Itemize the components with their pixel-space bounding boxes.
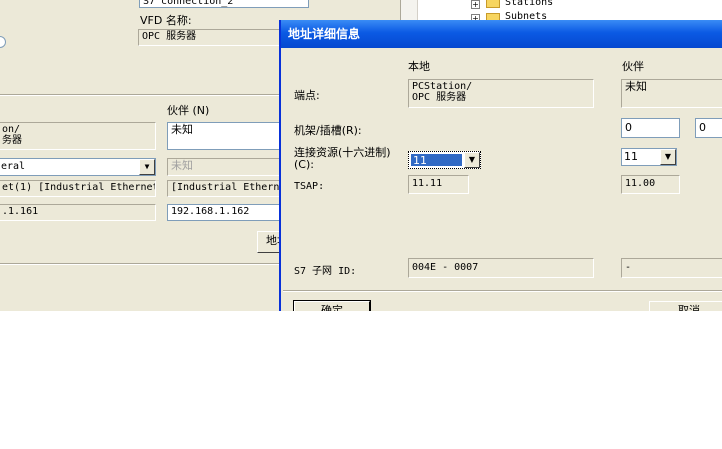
endpoint-label: 端点:: [294, 89, 320, 102]
local-type-combo[interactable]: eral ▼: [0, 158, 156, 176]
local-column-header: 本地: [408, 60, 430, 73]
connection-resource-label: 连接资源(十六进制) (C):: [294, 146, 391, 171]
folder-icon: [486, 0, 500, 8]
desktop-area: S7 connection_2 VFD 名称: OPC 服务器 伙伴 (N) o…: [0, 0, 722, 311]
rack-slot-label: 机架/插槽(R):: [294, 124, 362, 137]
tsap-label: TSAP:: [294, 181, 325, 192]
vfd-label: VFD 名称:: [140, 14, 192, 27]
dialog-title[interactable]: 地址详细信息: [281, 20, 722, 48]
connection-name-field[interactable]: S7 connection_2: [139, 0, 309, 8]
local-tsap-field: 11.11: [408, 175, 469, 194]
partner-slot-input[interactable]: 0: [695, 118, 722, 138]
dialog-separator: [283, 290, 722, 292]
partner-column-header: 伙伴: [622, 60, 644, 73]
cancel-button[interactable]: 取消: [649, 301, 722, 311]
expand-icon[interactable]: +: [471, 0, 480, 9]
partner-subnet-id-field: -: [621, 258, 722, 278]
local-subnet-id-field: 004E - 0007: [408, 258, 594, 278]
group-separator: [0, 94, 290, 96]
chevron-down-icon[interactable]: ▼: [660, 149, 676, 165]
chevron-down-icon[interactable]: ▼: [139, 159, 155, 175]
partner-resource-value: 11: [624, 150, 638, 163]
partner-tsap-field: 11.00: [621, 175, 680, 194]
radio-button-edge[interactable]: [0, 36, 6, 48]
local-type-value: eral: [1, 161, 26, 172]
subnet-id-label: S7 子网 ID:: [294, 266, 357, 277]
local-endpoint-field: PCStation/ OPC 服务器: [408, 79, 594, 108]
partner-rack-input[interactable]: 0: [621, 118, 680, 138]
partner-ip-field[interactable]: 192.168.1.162: [167, 204, 287, 221]
ok-button[interactable]: 确定: [293, 300, 371, 311]
local-resource-combo[interactable]: 11 ▼: [408, 151, 481, 169]
group-separator-bottom: [0, 263, 290, 265]
partner-type-field: 未知: [167, 158, 287, 176]
partner-endpoint-field: 未知: [621, 79, 722, 108]
tree-item-stations[interactable]: Stations: [505, 0, 553, 8]
partner-header: 伙伴 (N): [167, 104, 210, 117]
address-details-dialog: 地址详细信息 本地 伙伴 端点: PCStation/ OPC 服务器 未知 机…: [279, 20, 722, 311]
local-resource-value: 11: [411, 154, 462, 167]
vfd-value-field: OPC 服务器: [138, 29, 298, 46]
partner-subnet-field: [Industrial Ethern: [167, 180, 287, 197]
local-endpoint-field: on/ 务器: [0, 122, 156, 150]
partner-resource-combo[interactable]: 11 ▼: [621, 148, 677, 166]
partner-endpoint-field: 未知: [167, 122, 287, 150]
local-ip-field: .1.161: [0, 204, 156, 221]
chevron-down-icon[interactable]: ▼: [464, 152, 480, 168]
local-subnet-field: et(1) [Industrial Ethernet]: [0, 180, 156, 197]
